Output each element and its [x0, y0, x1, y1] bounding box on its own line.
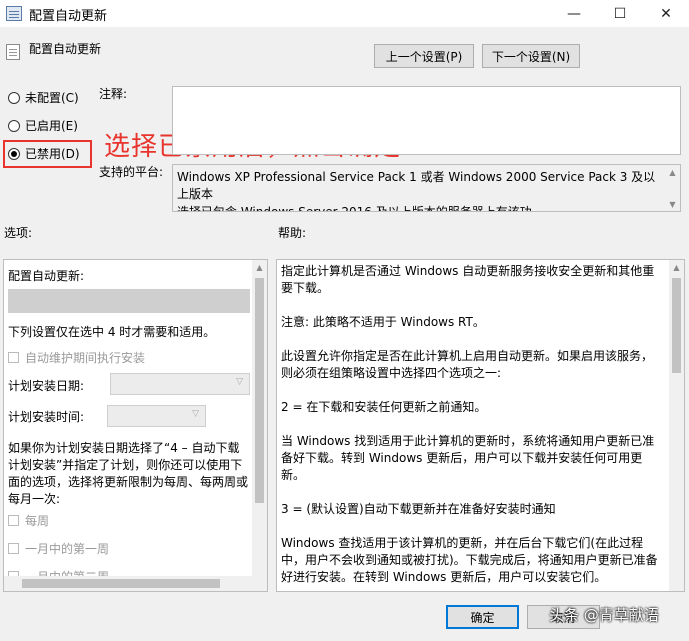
chevron-down-icon: ▽: [236, 377, 243, 387]
checkbox-label: 自动维护期间执行安装: [25, 351, 146, 365]
options-pane: 配置自动更新: 下列设置仅在选中 4 时才需要和适用。 自动维护期间执行安装 计…: [3, 259, 268, 592]
policy-title: 配置自动更新: [29, 42, 102, 56]
ok-button[interactable]: 确定: [446, 605, 519, 629]
help-vertical-scrollbar[interactable]: ▲: [669, 260, 684, 591]
watermark: 头条 @青草献语: [549, 606, 659, 624]
scroll-down-icon[interactable]: ▼: [665, 197, 680, 211]
platform-text: Windows XP Professional Service Pack 1 或…: [177, 170, 656, 201]
scroll-up-icon[interactable]: ▲: [669, 260, 684, 274]
radio-label: 未配置(C): [25, 91, 79, 105]
radio-label: 已启用(E): [25, 119, 78, 133]
scroll-thumb[interactable]: [22, 579, 220, 588]
scroll-up-icon[interactable]: ▲: [252, 260, 267, 274]
scroll-thumb[interactable]: [255, 278, 264, 503]
help-paragraph: Windows 查找适用于该计算机的更新，并在后台下载它们(在此过程中，用户不会…: [281, 536, 658, 584]
checkbox-icon: [8, 352, 19, 363]
maintenance-install-checkbox[interactable]: 自动维护期间执行安装: [8, 349, 145, 366]
radio-not-configured[interactable]: 未配置(C): [8, 89, 79, 106]
first-week-checkbox[interactable]: 一月中的第一周: [8, 540, 109, 557]
checkbox-icon: [8, 543, 19, 554]
help-paragraph: 此设置允许你指定是否在此计算机上启用自动更新。如果启用该服务，则必须在组策略设置…: [281, 349, 654, 380]
radio-circle-icon: [8, 91, 20, 104]
help-pane: 指定此计算机是否通过 Windows 自动更新服务接收安全更新和其他重要下载。 …: [276, 259, 685, 592]
install-day-dropdown[interactable]: ▽: [110, 373, 250, 395]
scroll-up-icon[interactable]: ▲: [665, 165, 680, 179]
options-horizontal-scrollbar[interactable]: [4, 576, 254, 591]
options-label: 选项:: [4, 226, 33, 240]
options-paragraph-line: 如果你为计划安装日期选择了“4 – 自动下载: [8, 441, 240, 455]
policy-window-icon: [6, 6, 22, 21]
platform-scrollbar[interactable]: ▲ ▼: [665, 165, 680, 211]
comment-label: 注释:: [99, 87, 128, 101]
previous-setting-button[interactable]: 上一个设置(P): [374, 44, 474, 68]
help-paragraph: 指定此计算机是否通过 Windows 自动更新服务接收安全更新和其他重要下载。: [281, 264, 655, 295]
help-paragraph: 3 = (默认设置)自动下载更新并在准备好安装时通知: [281, 502, 556, 516]
radio-circle-icon: [8, 119, 20, 132]
options-note: 下列设置仅在选中 4 时才需要和适用。: [8, 325, 216, 339]
help-paragraph: 当 Windows 找到适用于此计算机的更新时，系统将通知用户更新已准备好下载。…: [281, 434, 655, 482]
options-paragraph-line: 每月一次:: [8, 492, 61, 506]
help-paragraph: 2 = 在下载和安装任何更新之前通知。: [281, 400, 487, 414]
weekly-checkbox[interactable]: 每周: [8, 512, 49, 529]
policy-icon: [6, 44, 20, 60]
platform-textbox: Windows XP Professional Service Pack 1 或…: [172, 164, 681, 212]
radio-enabled[interactable]: 已启用(E): [8, 117, 78, 134]
scroll-thumb[interactable]: [672, 278, 681, 373]
maximize-icon[interactable]: ☐: [597, 0, 643, 27]
options-vertical-scrollbar[interactable]: ▲: [252, 260, 267, 591]
install-time-label: 计划安装时间:: [8, 410, 85, 424]
close-icon[interactable]: ✕: [643, 0, 689, 27]
checkbox-label: 一月中的第一周: [25, 542, 110, 556]
options-title: 配置自动更新:: [8, 269, 85, 283]
help-label: 帮助:: [278, 226, 307, 240]
options-paragraph-line: 面的选项，选择将更新限制为每周、每两周或: [8, 475, 249, 489]
install-day-label: 计划安装日期:: [8, 379, 85, 393]
help-paragraph: 注意: 此策略不适用于 Windows RT。: [281, 315, 485, 329]
chevron-down-icon: ▽: [192, 409, 199, 419]
update-mode-dropdown[interactable]: [8, 289, 250, 313]
next-setting-button[interactable]: 下一个设置(N): [482, 44, 580, 68]
highlight-box: [3, 140, 92, 168]
install-time-dropdown[interactable]: ▽: [107, 405, 206, 427]
platform-text-cut: 选择已包含 Windows Server 2016 及以上版本的服务器上有该功: [177, 205, 532, 212]
minimize-icon[interactable]: —: [551, 0, 597, 27]
comment-textarea[interactable]: [172, 86, 681, 155]
checkbox-icon: [8, 515, 19, 526]
help-text: 指定此计算机是否通过 Windows 自动更新服务接收安全更新和其他重要下载。 …: [281, 263, 664, 591]
options-paragraph-line: 计划安装”并指定了计划，则你还可以使用下: [8, 458, 243, 472]
platform-label: 支持的平台:: [99, 165, 164, 179]
checkbox-label: 每周: [25, 514, 50, 528]
window-title: 配置自动更新: [29, 9, 108, 24]
